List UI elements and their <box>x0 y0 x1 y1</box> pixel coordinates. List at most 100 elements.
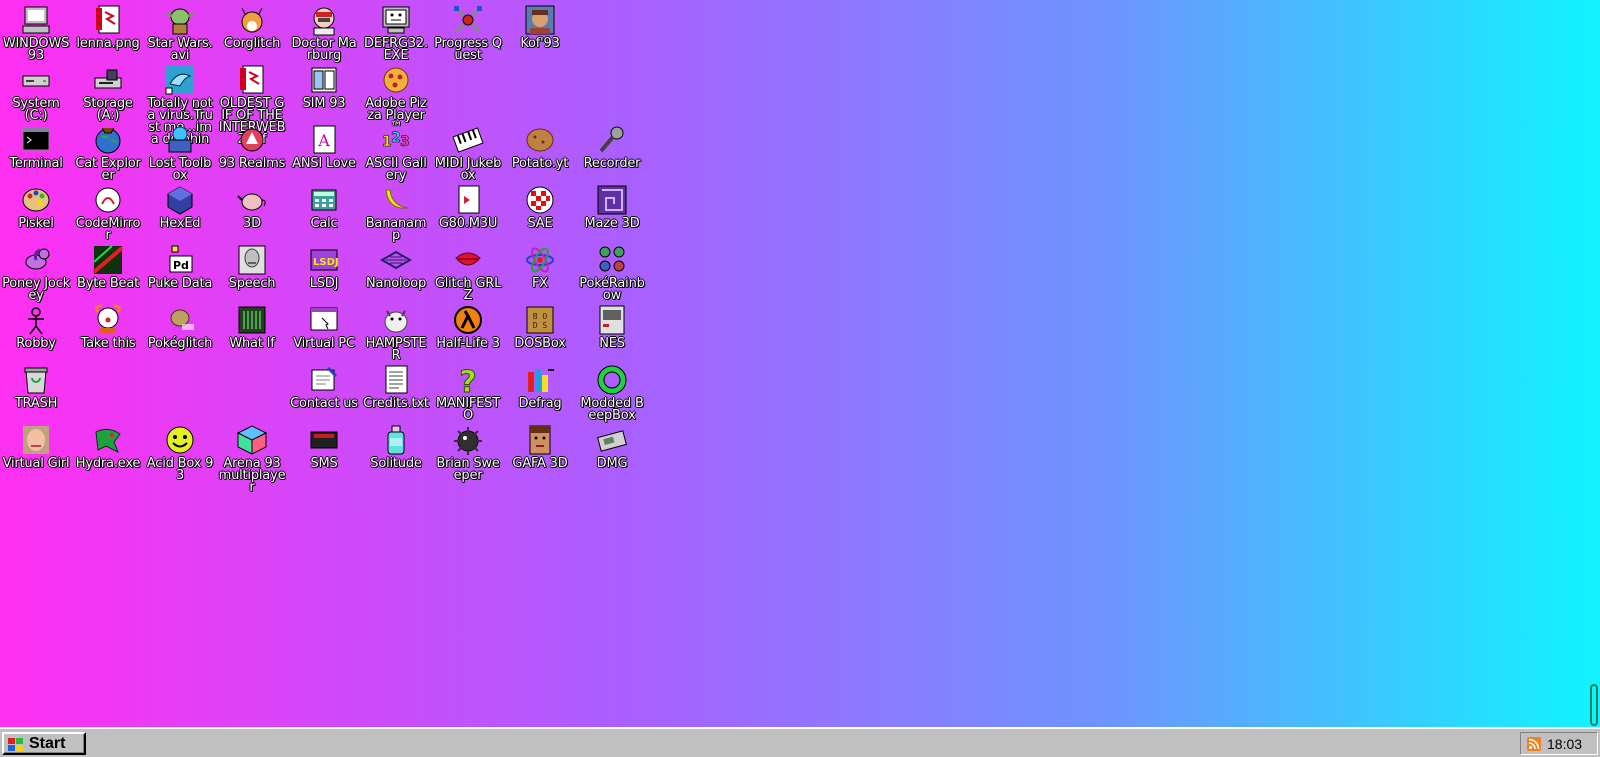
desktop-icon-codemirror[interactable]: CodeMirror <box>74 184 142 242</box>
lips-icon <box>455 252 481 266</box>
desktop-icon-dolphin[interactable]: Totally not a virus.Trust me...im a dolp… <box>146 64 214 146</box>
desktop-icon-fx[interactable]: FX <box>506 244 574 302</box>
desktop-icon-arena-93[interactable]: Arena 93 multiplayer <box>218 424 286 494</box>
desktop-icon-lenna[interactable]: lenna.png <box>74 4 142 62</box>
desktop-icon-cat-explorer[interactable]: Cat Explorer <box>74 124 142 182</box>
desktop-icon-3d[interactable]: 3D <box>218 184 286 242</box>
rss-feed-icon[interactable] <box>1527 736 1541 751</box>
icon-label: ANSI Love <box>292 156 356 171</box>
desktop-icon-pokeglitch[interactable]: Pokéglitch <box>146 304 214 362</box>
codemirror-icon <box>95 187 121 213</box>
desktop-icon-lost-toolbox[interactable]: Lost Toolbox <box>146 124 214 182</box>
desktop-icon-hexed[interactable]: HexEd <box>146 184 214 242</box>
desktop[interactable]: WINDOWS 93 lenna.png Star Wars.avi Corgl… <box>0 0 1600 727</box>
desktop-icon-trash[interactable]: TRASH <box>2 364 70 422</box>
hydra-icon <box>95 428 121 454</box>
icon-label: DMG <box>596 456 628 471</box>
desktop-icon-recorder[interactable]: Recorder <box>578 124 646 182</box>
icon-label: 3D <box>243 216 261 231</box>
desktop-icon-robby[interactable]: Robby <box>2 304 70 362</box>
icon-label: Speech <box>228 276 276 291</box>
desktop-icon-system-c[interactable]: System (C:) <box>2 64 70 122</box>
icon-label: Terminal <box>9 156 63 171</box>
desktop-icon-nanoloop[interactable]: Nanoloop <box>362 244 430 302</box>
desktop-icon-star-wars[interactable]: Star Wars.avi <box>146 4 214 62</box>
desktop-icon-what-if[interactable]: What If <box>218 304 286 362</box>
desktop-icon-virtual-pc[interactable]: Virtual PC <box>290 304 358 362</box>
desktop-icon-credits[interactable]: Credits.txt <box>362 364 430 422</box>
desktop-icon-piskel[interactable]: Piskel <box>2 184 70 242</box>
desktop-icon-g80[interactable]: G80.M3U <box>434 184 502 242</box>
desktop-icon-brian-sweeper[interactable]: Brian Sweeper <box>434 424 502 482</box>
desktop-icon-puke-data[interactable]: Pd Puke Data <box>146 244 214 302</box>
desktop-icon-sae[interactable]: SAE <box>506 184 574 242</box>
desktop-scroll-indicator[interactable] <box>1590 684 1598 726</box>
svg-text:3: 3 <box>400 134 410 150</box>
icon-label: Hydra.exe <box>75 456 141 471</box>
desktop-icon-half-life-3[interactable]: Half-Life 3 <box>434 304 502 362</box>
desktop-icon-acid-box[interactable]: Acid Box 93 <box>146 424 214 482</box>
icon-label: Doctor Marburg <box>291 36 357 63</box>
desktop-icon-dosbox[interactable]: B OD S DOSBox <box>506 304 574 362</box>
desktop-icon-speech[interactable]: Speech <box>218 244 286 302</box>
desktop-icon-poney-jockey[interactable]: Poney Jockey <box>2 244 70 302</box>
icon-label: WINDOWS 93 <box>2 36 70 63</box>
image-file-icon <box>96 5 120 34</box>
icon-label: 93 Realms <box>218 156 286 171</box>
trainers-icon <box>599 246 625 272</box>
desktop-icon-nes[interactable]: NES <box>578 304 646 362</box>
desktop-icon-manifesto[interactable]: ? MANIFESTO <box>434 364 502 423</box>
desktop-icon-gafa-3d[interactable]: GAFA 3D <box>506 424 574 482</box>
icon-label: Take this <box>80 336 136 351</box>
desktop-icon-calc[interactable]: Calc <box>290 184 358 242</box>
clock[interactable]: 18:03 <box>1547 736 1582 752</box>
icon-label: Corglitch <box>223 36 281 51</box>
whatif-icon <box>238 306 266 334</box>
desktop-icon-corglitch[interactable]: Corglitch <box>218 4 286 62</box>
desktop-icon-kof93[interactable]: Kof'93 <box>506 4 574 62</box>
desktop-icon-ansi-love[interactable]: A ANSI Love <box>290 124 358 182</box>
icon-label: Defrag <box>518 396 562 411</box>
desktop-icon-take-this[interactable]: Take this <box>74 304 142 362</box>
doomguy-icon <box>529 425 551 455</box>
start-label: Start <box>29 734 66 752</box>
desktop-icon-bananamp[interactable]: Bananamp <box>362 184 430 242</box>
icon-label: Half-Life 3 <box>436 336 500 351</box>
desktop-icon-contact-us[interactable]: Contact us <box>290 364 358 422</box>
desktop-icon-hydra[interactable]: Hydra.exe <box>74 424 142 482</box>
desktop-icon-windows93[interactable]: WINDOWS 93 <box>2 4 70 62</box>
desktop-icon-glitch-grlz[interactable]: Glitch GRLZ <box>434 244 502 302</box>
desktop-icon-defrg32[interactable]: DEFRG32.EXE <box>362 4 430 62</box>
desktop-icon-maze-3d[interactable]: Maze 3D <box>578 184 646 242</box>
desktop-icon-solitude[interactable]: Solitude <box>362 424 430 482</box>
desktop-icon-ascii-gallery[interactable]: 123 ASCII Gallery <box>362 124 430 182</box>
desktop-icon-sim93[interactable]: SIM 93 <box>290 64 358 122</box>
desktop-icon-modded-beepbox[interactable]: Modded BeepBox <box>578 364 646 422</box>
icon-label: PokéRainbow <box>579 276 645 303</box>
desktop-icon-93-realms[interactable]: 93 Realms <box>218 124 286 182</box>
icon-label: TRASH <box>14 396 58 411</box>
desktop-icon-doctor-marburg[interactable]: Doctor Marburg <box>290 4 358 62</box>
start-button[interactable]: Start <box>2 732 86 755</box>
desktop-icon-storage-a[interactable]: Storage (A:) <box>74 64 142 122</box>
palette-icon <box>22 188 50 212</box>
desktop-icon-potato[interactable]: Potato.yt <box>506 124 574 182</box>
desktop-icon-midi-jukebox[interactable]: MIDI Jukebox <box>434 124 502 182</box>
icon-label: G80.M3U <box>438 216 498 231</box>
speech-face-icon <box>238 245 266 275</box>
desktop-icon-lsdj[interactable]: LSDJ LSDJ <box>290 244 358 302</box>
desktop-icon-sms[interactable]: SMS <box>290 424 358 482</box>
desktop-icon-progress-quest[interactable]: Progress Quest <box>434 4 502 62</box>
realms-icon <box>240 128 264 152</box>
desktop-icon-virtual-girl[interactable]: Virtual Girl <box>2 424 70 482</box>
sms-console-icon <box>310 431 338 449</box>
desktop-icon-dmg[interactable]: DMG <box>578 424 646 482</box>
desktop-icon-byte-beat[interactable]: Byte Beat <box>74 244 142 302</box>
desktop-icon-oldest-gif[interactable]: OLDEST GIF OF THE INTERWEBZ.gif <box>218 64 286 146</box>
icon-label: Storage (A:) <box>83 96 133 123</box>
desktop-icon-pizza-player[interactable]: Adobe Pizza Player™ <box>362 64 430 134</box>
desktop-icon-hampster[interactable]: HAMPSTER <box>362 304 430 362</box>
desktop-icon-pokerainbow[interactable]: PokéRainbow <box>578 244 646 302</box>
desktop-icon-terminal[interactable]: Terminal <box>2 124 70 182</box>
desktop-icon-defrag[interactable]: Defrag <box>506 364 574 422</box>
